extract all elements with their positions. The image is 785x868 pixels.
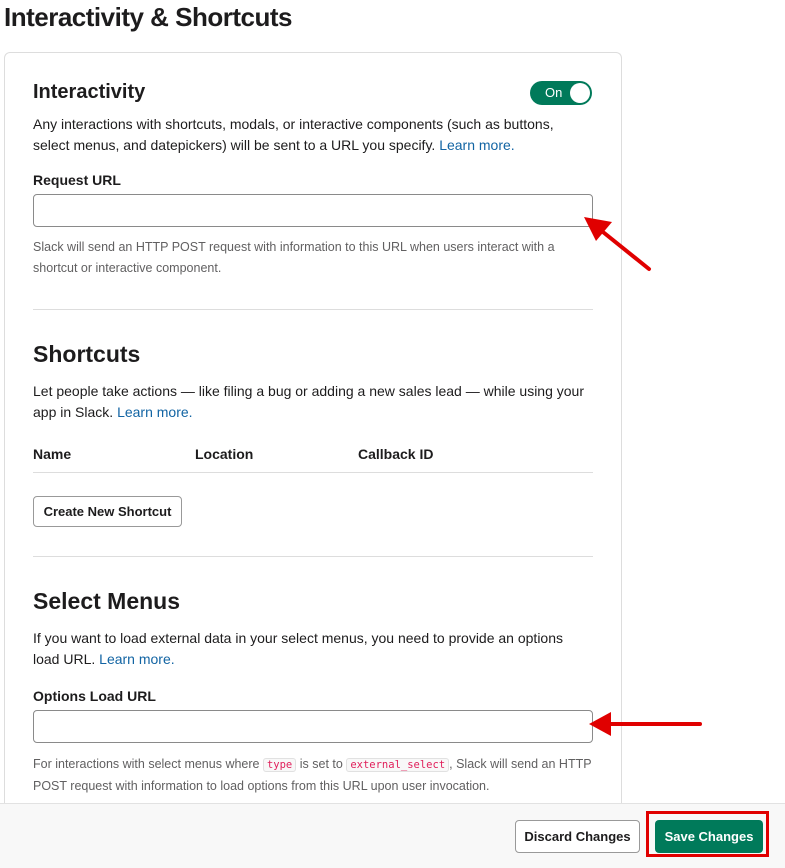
arrow-to-request-url: [584, 217, 651, 271]
annotation-overlay: [584, 217, 702, 736]
arrow-to-options-url: [589, 712, 702, 736]
